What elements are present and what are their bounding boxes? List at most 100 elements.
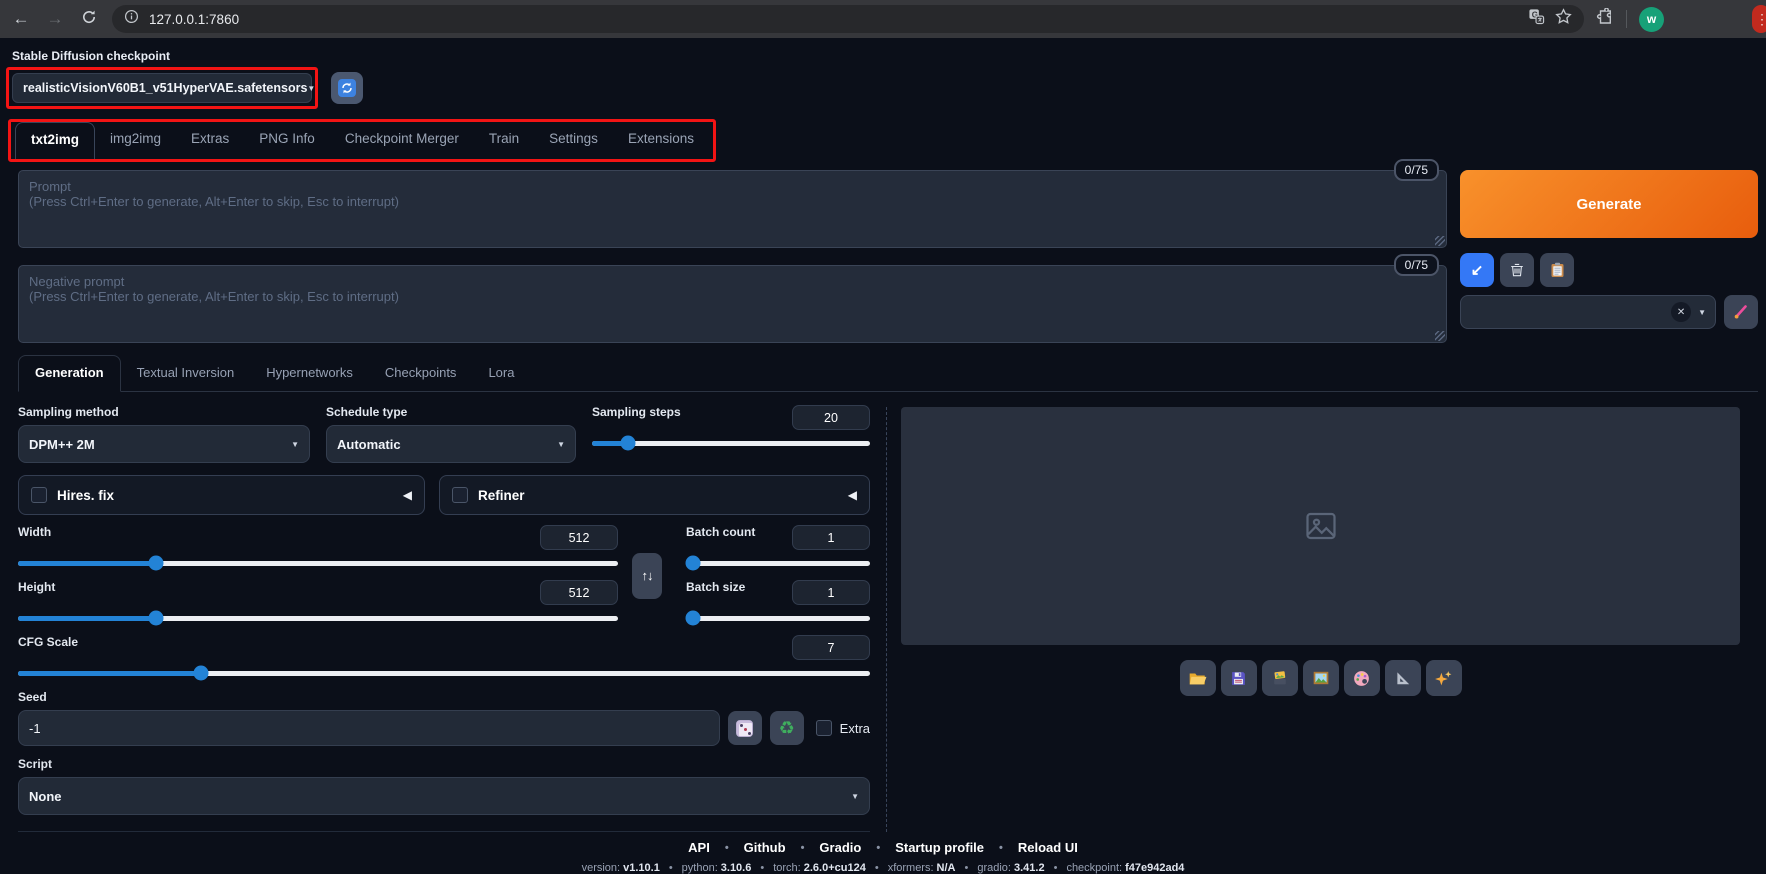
back-icon[interactable]: ←: [10, 9, 32, 29]
collapse-arrow-icon[interactable]: ◀: [848, 488, 857, 502]
reload-icon[interactable]: [78, 9, 100, 30]
page-footer: API • Github • Gradio • Startup profile • Reload…: [0, 840, 1766, 874]
tab-txt2img[interactable]: txt2img: [15, 122, 96, 159]
batch-count-value[interactable]: 1: [792, 525, 870, 550]
tab-checkpoint-merger[interactable]: Checkpoint Merger: [330, 122, 474, 159]
clear-styles-icon[interactable]: ✕: [1671, 302, 1692, 322]
styles-dropdown[interactable]: ✕ ▼: [1460, 295, 1716, 329]
batch-size-value[interactable]: 1: [792, 580, 870, 605]
open-folder-button[interactable]: [1179, 660, 1216, 696]
generate-button[interactable]: Generate: [1460, 170, 1758, 238]
column-divider: [886, 407, 887, 832]
read-params-button[interactable]: ↙: [1460, 253, 1494, 287]
schedule-type-dropdown[interactable]: Automatic ▼: [326, 425, 576, 463]
footer-link-startup-profile[interactable]: Startup profile: [895, 840, 984, 855]
collapse-arrow-icon[interactable]: ◀: [403, 488, 412, 502]
subtab-checkpoints[interactable]: Checkpoints: [369, 356, 473, 391]
footer-link-reload-ui[interactable]: Reload UI: [1018, 840, 1078, 855]
script-label: Script: [18, 757, 53, 771]
height-slider[interactable]: [18, 610, 618, 626]
batch-size-slider[interactable]: [685, 610, 870, 626]
resize-handle-icon[interactable]: [1435, 236, 1445, 246]
resize-handle-icon[interactable]: [1435, 331, 1445, 341]
generation-settings-panel: Sampling method DPM++ 2M ▼ Schedule type…: [18, 405, 870, 832]
tab-png-info[interactable]: PNG Info: [244, 122, 330, 159]
slider-thumb[interactable]: [685, 610, 701, 626]
slider-thumb[interactable]: [620, 435, 636, 451]
negative-prompt-block: 0/75: [18, 254, 1447, 343]
sampling-steps-slider[interactable]: [592, 435, 870, 451]
batch-size-label: Batch size: [686, 580, 746, 594]
seed-label: Seed: [18, 690, 47, 704]
upscale-button[interactable]: [1425, 660, 1462, 696]
footer-link-github[interactable]: Github: [744, 840, 786, 855]
slider-thumb[interactable]: [193, 665, 209, 681]
cfg-scale-block: CFG Scale 7: [18, 635, 870, 681]
chevron-down-icon: ▼: [291, 439, 299, 449]
translate-icon[interactable]: G: [1528, 8, 1545, 30]
slider-thumb[interactable]: [685, 555, 701, 571]
site-info-icon[interactable]: [124, 9, 139, 29]
footer-link-api[interactable]: API: [688, 840, 710, 855]
script-dropdown[interactable]: None ▼: [18, 777, 870, 815]
slider-thumb[interactable]: [148, 610, 164, 626]
width-slider[interactable]: [18, 555, 618, 571]
url-text[interactable]: 127.0.0.1:7860: [149, 12, 1518, 27]
swap-dimensions-button[interactable]: ↑↓: [632, 552, 662, 599]
batch-count-slider[interactable]: [685, 555, 870, 571]
cfg-scale-value[interactable]: 7: [792, 635, 870, 660]
subtab-generation[interactable]: Generation: [18, 355, 121, 392]
checkpoint-value: realisticVisionV60B1_v51HyperVAE.safeten…: [23, 81, 308, 95]
chevron-down-icon: ▼: [851, 791, 859, 801]
save-zip-button[interactable]: [1261, 660, 1298, 696]
chevron-down-icon: ▼: [557, 439, 565, 449]
slider-thumb[interactable]: [148, 555, 164, 571]
extensions-puzzle-icon[interactable]: [1596, 6, 1614, 31]
browser-menu-icon[interactable]: ⋮: [1752, 5, 1766, 33]
footer-link-gradio[interactable]: Gradio: [819, 840, 861, 855]
address-bar[interactable]: 127.0.0.1:7860 G: [112, 5, 1584, 33]
tab-settings[interactable]: Settings: [534, 122, 613, 159]
send-to-inpaint-button[interactable]: [1343, 660, 1380, 696]
negative-prompt-input[interactable]: [18, 265, 1447, 343]
profile-avatar[interactable]: w: [1639, 6, 1664, 32]
sampling-method-dropdown[interactable]: DPM++ 2M ▼: [18, 425, 310, 463]
subtab-hypernetworks[interactable]: Hypernetworks: [250, 356, 369, 391]
footer-bullet: •: [874, 862, 879, 874]
subtab-textual-inversion[interactable]: Textual Inversion: [121, 356, 251, 391]
annotation-checkpoint-box: realisticVisionV60B1_v51HyperVAE.safeten…: [6, 67, 318, 109]
footer-info-xformers-: xformers: N/A: [887, 862, 956, 874]
tab-train[interactable]: Train: [474, 122, 534, 159]
extra-seed-checkbox[interactable]: [815, 720, 832, 736]
schedule-type-label: Schedule type: [326, 405, 408, 419]
picture-frame-icon: [1313, 671, 1328, 685]
refiner-checkbox[interactable]: [452, 487, 468, 503]
apply-styles-button[interactable]: [1540, 253, 1574, 287]
save-image-button[interactable]: [1220, 660, 1257, 696]
clear-prompt-button[interactable]: [1500, 253, 1534, 287]
refresh-checkpoint-button[interactable]: [331, 72, 363, 104]
refiner-accordion[interactable]: Refiner ◀: [439, 475, 870, 515]
tab-extras[interactable]: Extras: [176, 122, 244, 159]
output-gallery[interactable]: [901, 407, 1740, 645]
send-to-extras-button[interactable]: [1384, 660, 1421, 696]
seed-input[interactable]: -1: [18, 710, 720, 746]
tab-img2img[interactable]: img2img: [95, 122, 176, 159]
forward-icon[interactable]: →: [44, 9, 66, 29]
hires-fix-accordion[interactable]: Hires. fix ◀: [18, 475, 425, 515]
checkpoint-dropdown[interactable]: realisticVisionV60B1_v51HyperVAE.safeten…: [12, 73, 315, 103]
reuse-seed-button[interactable]: ♻: [769, 711, 804, 745]
sampling-method-block: Sampling method DPM++ 2M ▼: [18, 405, 310, 463]
random-seed-button[interactable]: [727, 711, 762, 745]
bookmark-star-icon[interactable]: [1555, 8, 1572, 30]
hires-fix-checkbox[interactable]: [31, 487, 47, 503]
prompt-input[interactable]: [18, 170, 1447, 248]
subtab-lora[interactable]: Lora: [472, 356, 530, 391]
height-value[interactable]: 512: [540, 580, 618, 605]
sampling-steps-value[interactable]: 20: [792, 405, 870, 430]
send-to-img2img-button[interactable]: [1302, 660, 1339, 696]
width-value[interactable]: 512: [540, 525, 618, 550]
edit-styles-button[interactable]: [1724, 295, 1758, 329]
cfg-scale-slider[interactable]: [18, 665, 870, 681]
tab-extensions[interactable]: Extensions: [613, 122, 709, 159]
